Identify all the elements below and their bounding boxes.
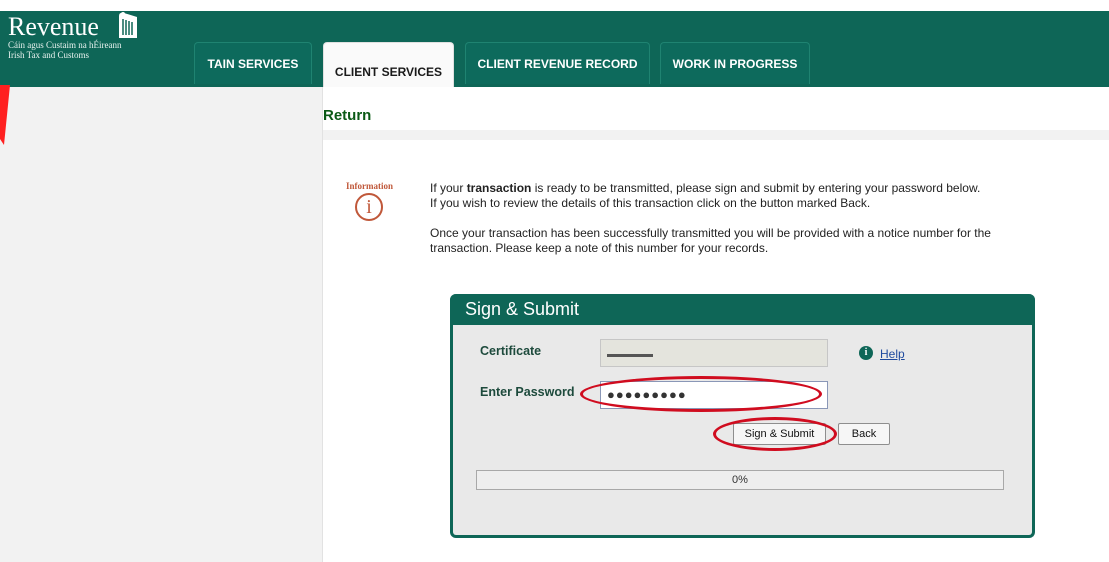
password-highlight-circle — [580, 376, 822, 412]
instructions-line-1: If your transaction is ready to be trans… — [430, 181, 981, 195]
title-divider — [323, 130, 1109, 140]
back-button[interactable]: Back — [838, 423, 890, 445]
help-link[interactable]: Help — [880, 347, 905, 361]
logo-subtitle-english: Irish Tax and Customs — [8, 50, 89, 60]
certificate-field — [600, 339, 828, 367]
password-label: Enter Password — [480, 385, 575, 399]
info-icon: i — [355, 193, 383, 221]
logo-word: Revenue — [8, 12, 99, 41]
notice-paragraph: Once your transaction has been successfu… — [430, 226, 991, 255]
submit-highlight-circle — [713, 417, 837, 451]
instructions-paragraph: If your transaction is ready to be trans… — [430, 181, 980, 210]
notice-line-2: transaction. Please keep a note of this … — [430, 240, 769, 255]
tab-client-revenue-record[interactable]: CLIENT REVENUE RECORD — [465, 42, 650, 84]
logo-subtitle-irish: Cáin agus Custaim na hÉireann — [8, 40, 122, 50]
harp-icon — [119, 12, 137, 39]
notice-line-1: Once your transaction has been successfu… — [430, 226, 991, 240]
sign-submit-panel: Sign & Submit — [450, 294, 1035, 538]
left-sidebar — [0, 87, 323, 562]
instructions-line-2: If you wish to review the details of thi… — [430, 195, 871, 210]
progress-text: 0% — [732, 474, 748, 486]
redacted-bar — [607, 354, 653, 357]
page-title: Return — [323, 107, 372, 124]
tab-work-in-progress[interactable]: WORK IN PROGRESS — [660, 42, 810, 84]
certificate-label: Certificate — [480, 344, 542, 358]
revenue-logo[interactable]: Revenue Cáin agus Custaim na hÉireann Ir… — [8, 12, 137, 60]
panel-title: Sign & Submit — [450, 294, 1035, 325]
info-circle-icon[interactable]: i — [859, 346, 873, 360]
information-label: Information — [346, 181, 393, 191]
tab-tain-services[interactable]: TAIN SERVICES — [194, 42, 312, 84]
progress-bar: 0% — [476, 470, 1004, 490]
